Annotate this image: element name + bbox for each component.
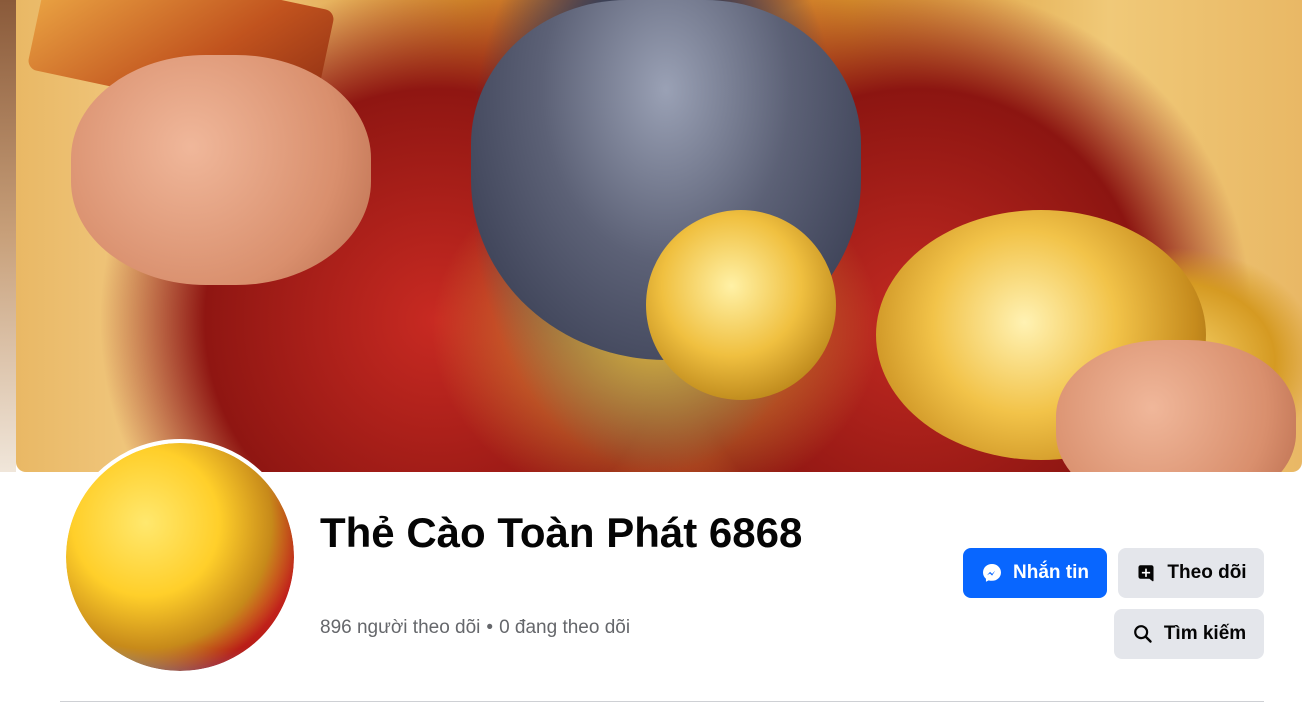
profile-avatar[interactable] xyxy=(62,439,298,675)
left-gutter xyxy=(0,0,16,472)
search-button-label: Tìm kiếm xyxy=(1163,623,1247,644)
following-count[interactable]: 0 đang theo dõi xyxy=(499,616,630,640)
followers-separator: • xyxy=(486,617,494,638)
cover-medallion xyxy=(646,210,836,400)
header-divider xyxy=(60,701,1264,702)
facebook-page-header: Thẻ Cào Toàn Phát 6868 896 người theo dõ… xyxy=(0,0,1302,707)
avatar-image xyxy=(66,443,294,671)
page-title: Thẻ Cào Toàn Phát 6868 xyxy=(320,509,803,556)
cover-hand-right xyxy=(1056,340,1296,472)
followers-count[interactable]: 896 người theo dõi xyxy=(320,616,480,640)
cover-hand-left xyxy=(71,55,371,285)
message-button-label: Nhắn tin xyxy=(1013,562,1089,583)
search-icon xyxy=(1133,625,1152,643)
messenger-icon xyxy=(983,564,1001,582)
follow-plus-icon xyxy=(1138,565,1154,582)
follow-button-label: Theo dõi xyxy=(1167,562,1247,583)
message-button[interactable]: Nhắn tin xyxy=(963,548,1107,598)
followers-line: 896 người theo dõi • 0 đang theo dõi xyxy=(320,616,630,640)
search-button[interactable]: Tìm kiếm xyxy=(1114,609,1264,659)
cover-photo[interactable] xyxy=(16,0,1302,472)
follow-button[interactable]: Theo dõi xyxy=(1118,548,1264,598)
